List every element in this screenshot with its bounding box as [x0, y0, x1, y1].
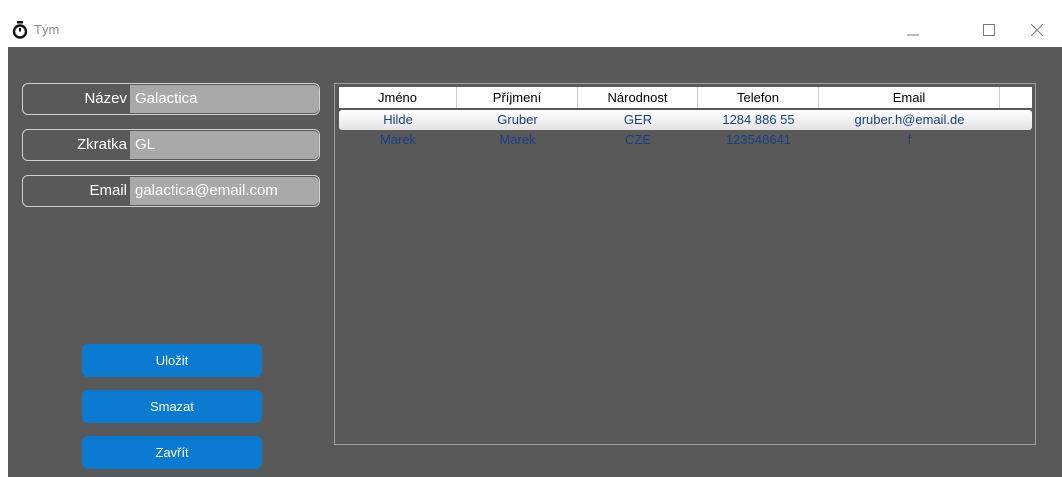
- email-field: Email: [22, 175, 320, 207]
- maximize-icon: [983, 24, 995, 36]
- column-header-nationality[interactable]: Národnost: [578, 87, 698, 108]
- minimize-button[interactable]: [890, 14, 936, 46]
- close-button[interactable]: Zavřít: [82, 436, 262, 469]
- table-row[interactable]: Marek Marek CZE 123548641 f: [339, 130, 1032, 150]
- close-icon: [1031, 24, 1043, 36]
- abbreviation-field: Zkratka: [22, 129, 320, 161]
- stopwatch-icon: [12, 21, 28, 39]
- cell-nationality: GER: [623, 112, 653, 127]
- column-header-last-name[interactable]: Příjmení: [457, 87, 578, 108]
- name-label: Název: [84, 90, 127, 107]
- grid-header: Jméno Příjmení Národnost Telefon Email: [339, 87, 1032, 108]
- window-title: Tým: [34, 22, 60, 37]
- title-bar: Tým: [0, 0, 1062, 47]
- cell-email: f: [907, 132, 912, 147]
- name-input[interactable]: [130, 85, 319, 113]
- email-label: Email: [89, 182, 127, 199]
- column-header-phone[interactable]: Telefon: [698, 87, 819, 108]
- minimize-icon: [907, 34, 919, 36]
- save-button[interactable]: Uložit: [82, 344, 262, 377]
- email-input[interactable]: [130, 177, 319, 205]
- table-row[interactable]: Hilde Gruber GER 1284 886 55 gruber.h@em…: [339, 110, 1032, 130]
- abbreviation-input[interactable]: [130, 131, 319, 159]
- abbreviation-label: Zkratka: [76, 136, 127, 153]
- name-field: Název: [22, 83, 320, 115]
- cell-first-name: Hilde: [383, 112, 413, 127]
- column-header-first-name[interactable]: Jméno: [339, 87, 457, 108]
- cell-phone: 123548641: [725, 132, 792, 147]
- cell-last-name: Gruber: [497, 112, 538, 127]
- delete-button[interactable]: Smazat: [82, 390, 262, 423]
- cell-email: gruber.h@email.de: [854, 112, 965, 127]
- cell-first-name: Marek: [379, 132, 417, 147]
- column-header-filler: [1000, 87, 1032, 108]
- cell-phone: 1284 886 55: [722, 112, 795, 127]
- maximize-button[interactable]: [966, 14, 1012, 46]
- column-header-email[interactable]: Email: [819, 87, 1000, 108]
- close-window-button[interactable]: [1014, 14, 1060, 46]
- window-content: Název Zkratka Email Uložit Smazat Zavřít…: [8, 47, 1062, 477]
- cell-nationality: CZE: [625, 132, 651, 147]
- players-grid[interactable]: Jméno Příjmení Národnost Telefon Email H…: [334, 83, 1036, 445]
- cell-last-name: Marek: [499, 132, 536, 147]
